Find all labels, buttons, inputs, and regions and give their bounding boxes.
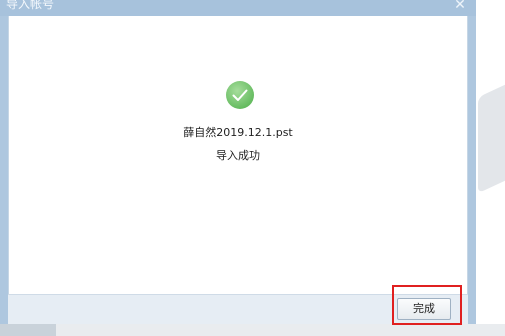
close-icon[interactable]: ✕ — [452, 0, 468, 13]
done-button[interactable]: 完成 — [397, 298, 451, 320]
background-strip-left — [0, 324, 56, 336]
dialog-titlebar: 导入帐号 ✕ — [0, 0, 476, 16]
dialog-content: 薛自然2019.12.1.pst 导入成功 — [8, 16, 468, 294]
import-status-text: 导入成功 — [216, 149, 260, 162]
imported-file-name: 薛自然2019.12.1.pst — [183, 126, 293, 139]
watermark-decoration — [478, 78, 505, 194]
check-circle-icon — [226, 81, 254, 109]
import-account-dialog: 导入帐号 ✕ 薛自然2019.12.1.pst 导入成功 完成 — [0, 0, 476, 324]
background-strip — [0, 324, 505, 336]
dialog-title: 导入帐号 — [6, 0, 55, 11]
